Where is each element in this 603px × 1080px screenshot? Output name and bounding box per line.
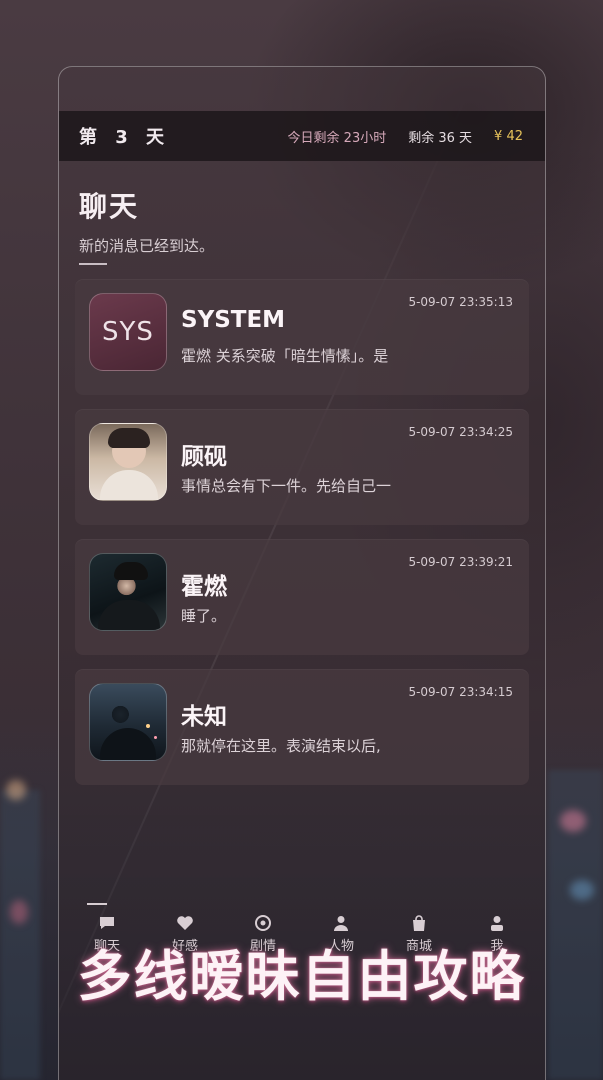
guyan-avatar <box>89 423 167 501</box>
days-remaining: 剩余 36 天 <box>408 130 473 146</box>
chat-preview: 那就停在这里。表演结束以后, <box>181 737 381 755</box>
title-divider <box>79 263 107 265</box>
bag-icon <box>413 915 425 931</box>
chat-item-unknown[interactable]: 未知 那就停在这里。表演结束以后, 2025-09-07 23:34:15 <box>75 669 529 785</box>
page-subtitle: 新的消息已经到达。 <box>79 237 215 255</box>
chat-icon <box>100 917 114 929</box>
chat-item-huoran[interactable]: 霍燃 睡了。 2025-09-07 23:39:21 <box>75 539 529 655</box>
heart-icon <box>177 916 193 930</box>
chat-name: 霍燃 <box>181 574 227 600</box>
unknown-avatar <box>89 683 167 761</box>
chat-time: 2025-09-07 23:34:15 <box>409 685 513 699</box>
chat-item-system[interactable]: SYS SYSTEM 霍燃 关系突破「暗生情愫」。是 2025-09-07 23… <box>75 279 529 395</box>
chat-preview: 事情总会有下一件。先给自己一 <box>181 477 392 495</box>
target-icon <box>255 915 271 931</box>
phone-frame: 第 3 天 今日剩余 23小时 剩余 36 天 ¥ 42 聊天 新的消息已经到达… <box>58 66 546 1080</box>
chat-name: 顾砚 <box>181 444 227 470</box>
today-remaining: 今日剩余 23小时 <box>287 130 387 146</box>
chat-time: 2025-09-07 23:34:25 <box>409 425 513 439</box>
chat-name: SYSTEM <box>181 307 286 333</box>
day-counter: 第 3 天 <box>79 127 171 148</box>
chat-time: 2025-09-07 23:35:13 <box>409 295 513 309</box>
coin-balance: ¥ 42 <box>494 128 523 144</box>
chat-preview: 霍燃 关系突破「暗生情愫」。是 <box>181 347 389 365</box>
promo-slogan: 多线暧昧自由攻略 <box>77 945 526 1008</box>
chat-item-guyan[interactable]: 顾砚 事情总会有下一件。先给自己一 2025-09-07 23:34:25 <box>75 409 529 525</box>
chat-list: SYS SYSTEM 霍燃 关系突破「暗生情愫」。是 2025-09-07 23… <box>75 279 529 799</box>
person-icon <box>334 916 348 931</box>
chat-time: 2025-09-07 23:39:21 <box>409 555 513 569</box>
page-title: 聊天 <box>79 190 140 223</box>
status-bar: 第 3 天 今日剩余 23小时 剩余 36 天 ¥ 42 <box>59 111 545 161</box>
huoran-avatar <box>89 553 167 631</box>
system-avatar: SYS <box>89 293 167 371</box>
chat-name: 未知 <box>181 704 227 730</box>
chat-preview: 睡了。 <box>181 607 227 625</box>
user-icon <box>491 916 503 931</box>
